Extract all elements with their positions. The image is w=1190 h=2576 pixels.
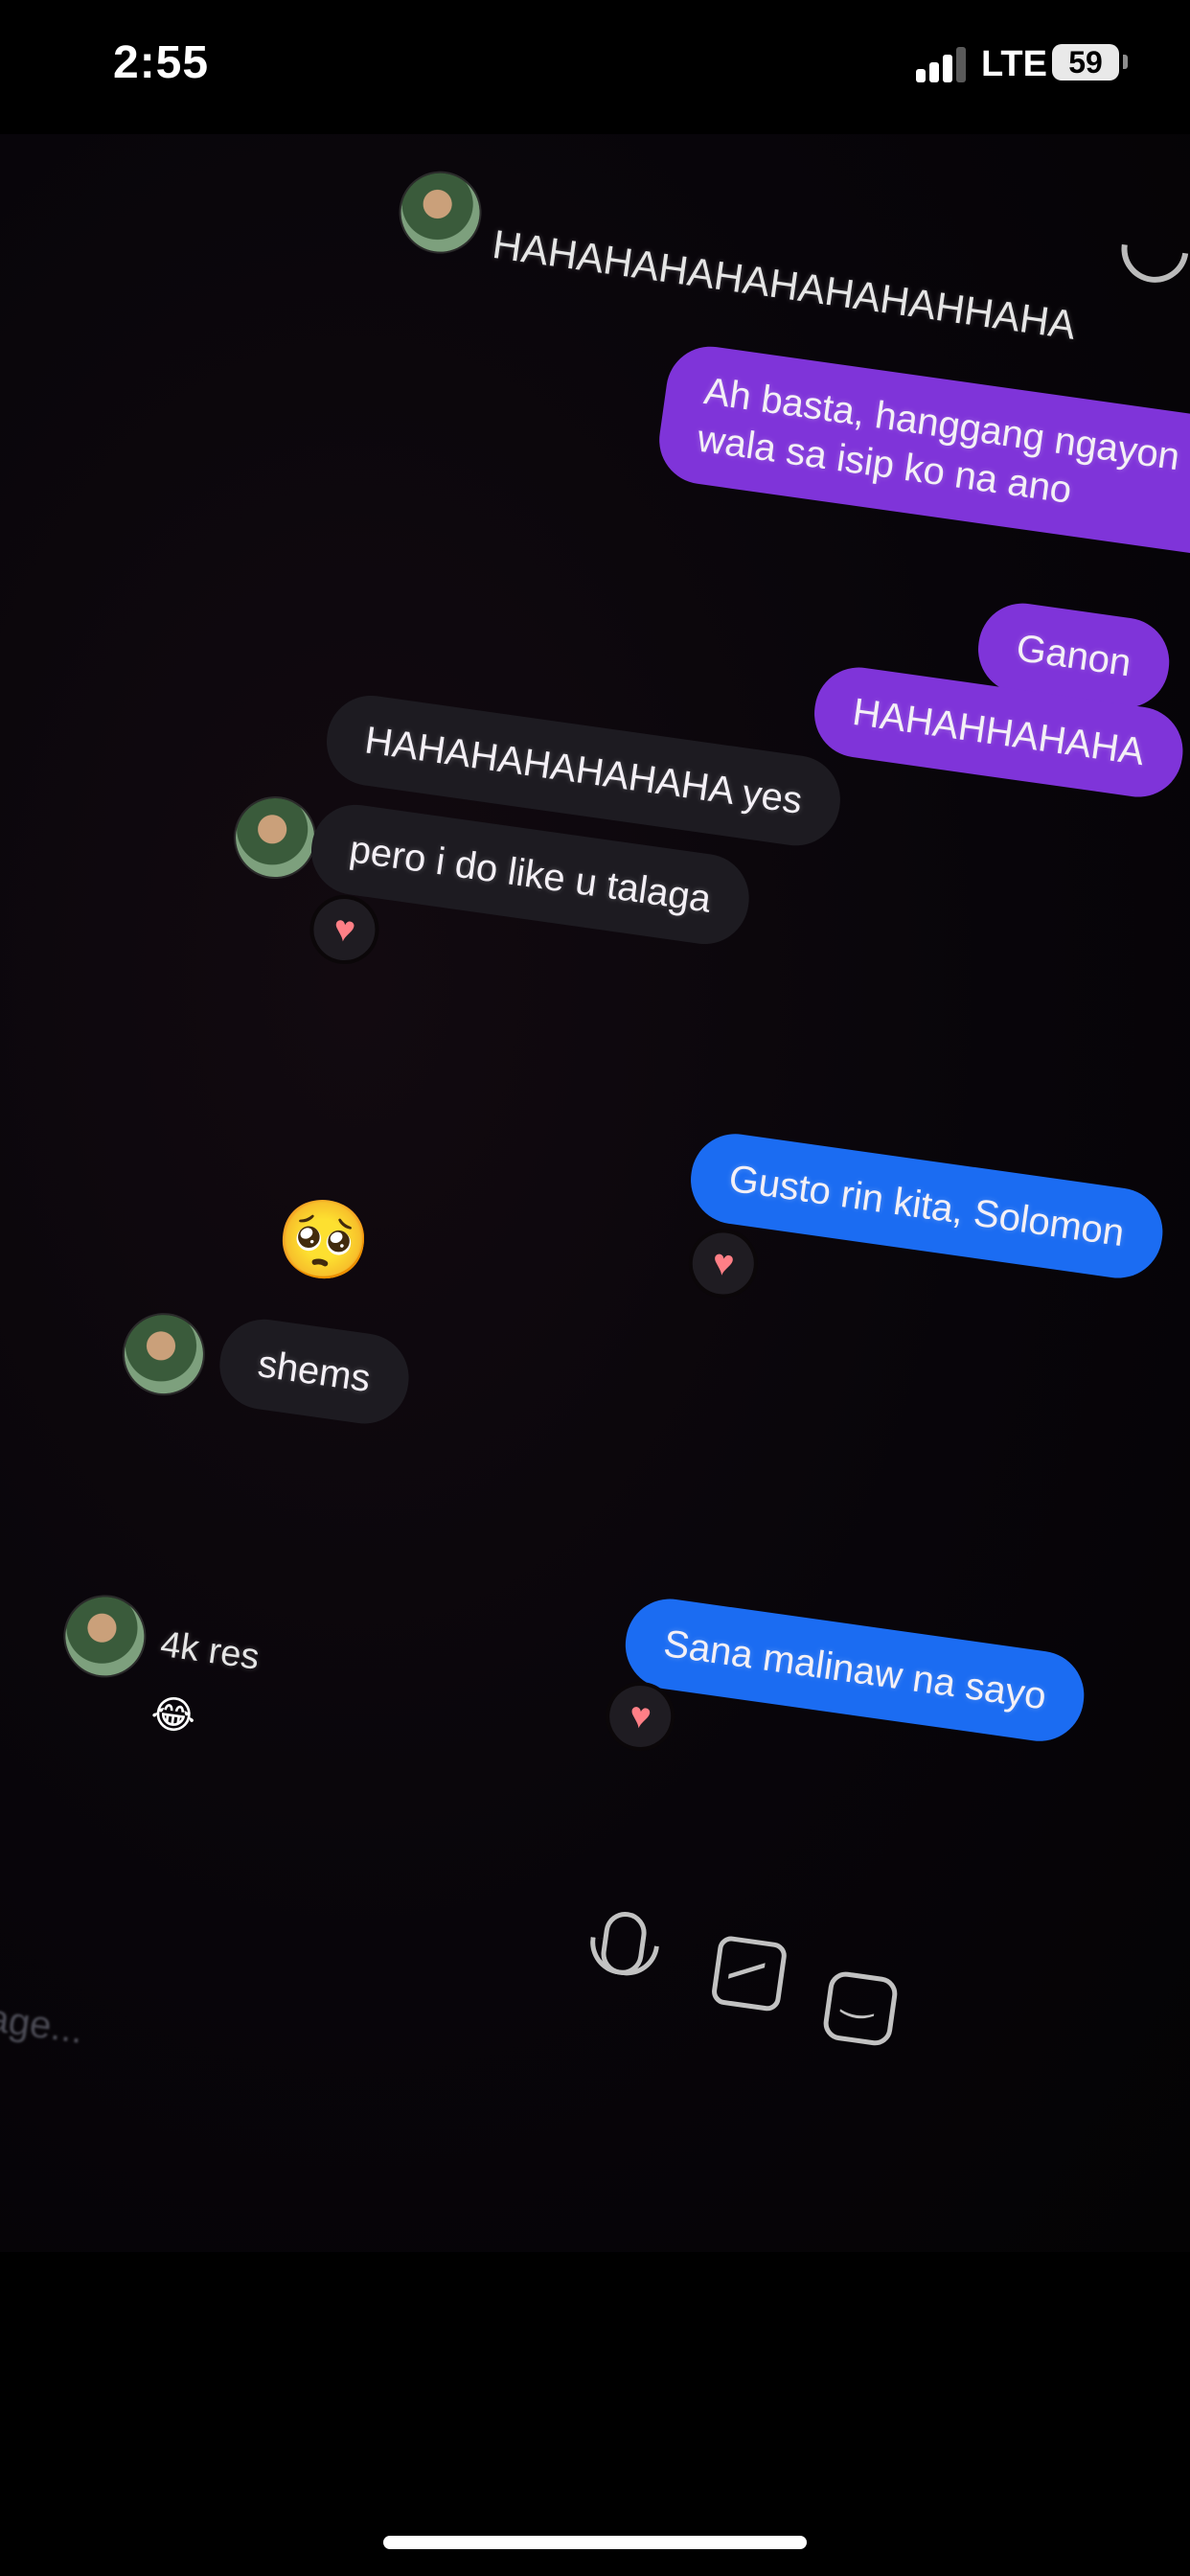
avatar[interactable] xyxy=(230,793,320,883)
avatar[interactable] xyxy=(396,168,485,257)
laughing-emoji[interactable]: 😂 xyxy=(149,1690,199,1740)
outgoing-message[interactable]: Sana malinaw na sayo xyxy=(619,1593,1090,1747)
heart-reaction-icon[interactable]: ♥ xyxy=(684,1224,763,1303)
avatar[interactable] xyxy=(60,1592,149,1681)
outgoing-message[interactable]: Ah basta, hanggang ngayon wala sa isip k… xyxy=(653,340,1190,564)
battery-cap xyxy=(1123,55,1128,69)
incoming-message-text: HAHAHAHAHAHAHAHAHHAHA xyxy=(490,220,1079,348)
sticker-icon[interactable] xyxy=(821,1969,900,2048)
home-indicator[interactable] xyxy=(383,2536,807,2549)
chat-screen: HAHAHAHAHAHAHAHAHHAHA Ah basta, hanggang… xyxy=(0,134,1190,2252)
pleading-face-emoji[interactable]: 🥺 xyxy=(270,1191,377,1289)
chat-photo: HAHAHAHAHAHAHAHAHHAHA Ah basta, hanggang… xyxy=(0,134,1190,2252)
heart-reaction-icon[interactable]: ♥ xyxy=(305,890,384,969)
bottom-dark-area xyxy=(0,2252,1190,2576)
incoming-message[interactable]: shems xyxy=(214,1313,415,1430)
microphone-icon[interactable] xyxy=(598,1909,650,1978)
status-bar: 2:55 LTE 59 xyxy=(0,0,1190,134)
network-type: LTE xyxy=(981,44,1047,84)
phone-icon[interactable] xyxy=(1108,201,1190,296)
status-time: 2:55 xyxy=(113,37,210,88)
cellular-signal-icon xyxy=(916,46,970,82)
gallery-icon[interactable] xyxy=(710,1934,789,2013)
battery-icon: 59 xyxy=(1052,44,1119,80)
avatar[interactable] xyxy=(119,1309,209,1399)
incoming-message-text: 4k res xyxy=(157,1623,263,1678)
message-input[interactable]: Message... xyxy=(0,1984,86,2053)
